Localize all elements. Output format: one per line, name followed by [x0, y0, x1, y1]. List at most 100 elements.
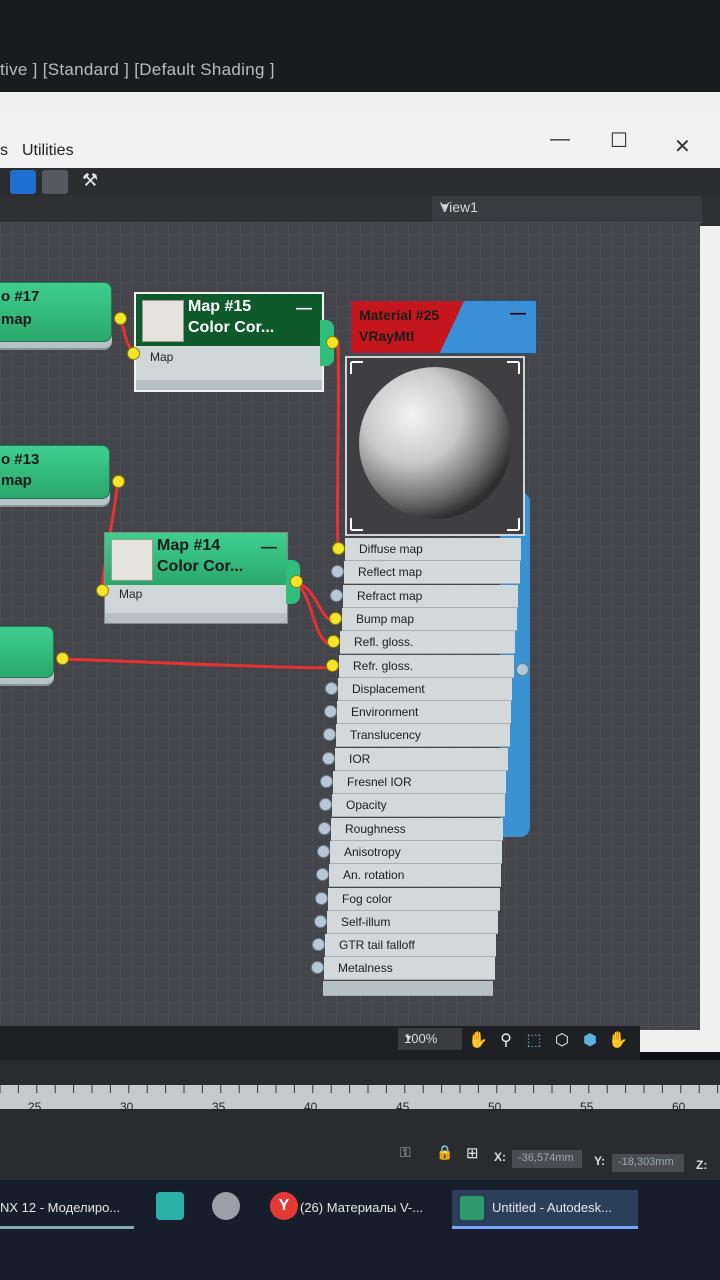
map-node-15-input-socket[interactable] — [127, 347, 140, 360]
material-slot-row[interactable]: Displacement — [338, 677, 513, 701]
material-slot-row[interactable]: Fresnel IOR — [333, 771, 506, 794]
material-slot-input-socket[interactable] — [325, 681, 338, 695]
map-node-15[interactable]: Map #15 Color Cor... — Map — [134, 292, 324, 392]
map-node-unlabeled[interactable] — [0, 626, 54, 678]
material-slot-input-socket[interactable] — [326, 658, 339, 672]
timeline-ticks — [0, 1085, 719, 1093]
material-slot-label: GTR tail falloff — [339, 938, 415, 953]
pan-to-selected-icon[interactable]: ✋ — [608, 1030, 628, 1050]
material-slot-label: Opacity — [346, 798, 387, 813]
pan-hand-icon[interactable]: ✋ — [468, 1030, 488, 1050]
material-slot-input-socket[interactable] — [329, 611, 342, 625]
material-slot-label: Displacement — [352, 681, 425, 696]
material-node-header: Material #25 VRayMtl — — [350, 300, 537, 354]
map-node-unlabeled-output-socket[interactable] — [56, 652, 69, 665]
material-slot-input-socket[interactable] — [320, 775, 333, 788]
material-slot-row[interactable]: IOR — [335, 747, 509, 771]
material-slot-row[interactable]: Diffuse map — [345, 538, 521, 561]
material-preview[interactable] — [345, 356, 525, 536]
taskbar-item-autodesk-label: Untitled - Autodesk... — [492, 1200, 612, 1215]
material-slot-row[interactable]: Refract map — [343, 584, 519, 608]
material-slot-input-socket[interactable] — [314, 914, 327, 928]
map-node-14-type: Color Cor... — [157, 558, 244, 575]
material-slot-row[interactable]: GTR tail falloff — [325, 934, 496, 958]
material-slot-input-socket[interactable] — [318, 821, 331, 835]
zoom-region-icon[interactable]: ⬚ — [524, 1030, 544, 1050]
taskbar-item-nx[interactable]: NX 12 - Моделиро... — [0, 1190, 134, 1229]
y-coordinate-label: Y: — [594, 1154, 606, 1168]
map-node-14-collapse-button[interactable]: — — [261, 539, 277, 557]
map-node-15-footer — [136, 380, 322, 390]
map-node-15-output-socket[interactable] — [326, 336, 339, 349]
material-slot-input-socket[interactable] — [317, 844, 330, 858]
map-node-13-type: map — [1, 472, 32, 489]
material-slot-row[interactable]: An. rotation — [329, 864, 501, 888]
zoom-extents-icon[interactable]: ⬡ — [552, 1030, 572, 1050]
map-node-14-title: Map #14 — [157, 537, 221, 554]
material-slot-row[interactable]: Roughness — [331, 817, 504, 841]
canvas-navigation-bar — [0, 1026, 640, 1062]
timeline-tick-label: 50 — [488, 1100, 502, 1114]
x-coordinate-value: -36,574mm — [518, 1152, 574, 1164]
map-node-14[interactable]: Map #14 Color Cor... — Map — [104, 532, 288, 624]
map-node-15-title: Map #15 — [188, 298, 252, 315]
wire-map15-to-diffuse — [334, 340, 341, 549]
map-node-14-input-socket[interactable] — [96, 584, 109, 597]
map-node-15-slot-map: Map — [150, 350, 174, 364]
material-slot-row[interactable]: Translucency — [336, 724, 510, 748]
zoom-level-dropdown[interactable]: 100% ▼ — [398, 1028, 462, 1050]
y-coordinate-field[interactable]: -18,303mm — [612, 1154, 684, 1172]
material-node-25[interactable]: Material #25 VRayMtl — Diffuse map Reflec… — [323, 300, 537, 1000]
material-slot-input-socket[interactable] — [315, 891, 328, 905]
material-slot-row[interactable]: Metalness — [324, 957, 495, 981]
app-launcher-icon[interactable] — [156, 1192, 184, 1220]
lock-icon[interactable]: 🔒 — [436, 1144, 454, 1162]
map-node-17-output-socket[interactable] — [114, 312, 127, 325]
material-slot-row[interactable]: Opacity — [332, 794, 505, 818]
map-node-14-output-socket[interactable] — [290, 575, 303, 588]
timeline-ruler[interactable] — [0, 1085, 720, 1109]
material-slot-input-socket[interactable] — [312, 938, 325, 952]
x-coordinate-label: X: — [494, 1150, 506, 1164]
taskbar-item-browser[interactable]: (26) Материалы V-... — [300, 1190, 450, 1226]
autodesk-app-icon — [460, 1196, 484, 1220]
zoom-icon[interactable]: ⚲ — [496, 1030, 516, 1050]
taskbar-item-autodesk[interactable]: Untitled - Autodesk... — [452, 1190, 638, 1229]
map-node-15-collapse-button[interactable]: — — [296, 300, 312, 318]
map-node-13-output-socket[interactable] — [112, 475, 125, 488]
zoom-extents-selected-icon[interactable]: ⬢ — [580, 1030, 600, 1050]
timeline-tick-label: 55 — [580, 1100, 594, 1114]
material-slot-row[interactable]: Bump map — [342, 607, 518, 631]
material-slot-row[interactable]: Self-illum — [327, 910, 499, 934]
material-slot-row[interactable]: Fog color — [328, 887, 500, 911]
absolute-mode-icon[interactable]: ⊞ — [466, 1144, 484, 1162]
map-node-17[interactable]: o #17 map — [0, 282, 112, 342]
material-slot-input-socket[interactable] — [332, 542, 345, 555]
map-node-15-swatch — [142, 300, 184, 342]
material-slot-row[interactable]: Anisotropy — [330, 840, 503, 864]
material-slot-label: Refr. gloss. — [353, 658, 414, 673]
material-slot-input-socket[interactable] — [330, 588, 343, 602]
timeline-tick-label: 60 — [672, 1100, 686, 1114]
material-node-collapse-button[interactable]: — — [510, 305, 526, 323]
map-node-14-header: Map #14 Color Cor... — — [105, 533, 287, 585]
z-coordinate-label: Z: — [696, 1158, 708, 1172]
material-slot-row[interactable]: Refl. gloss. — [340, 631, 515, 655]
material-slot-label: Bump map — [356, 611, 415, 626]
map-node-13[interactable]: o #13 map — [0, 445, 110, 499]
yandex-browser-icon[interactable]: Y — [270, 1192, 298, 1220]
map-node-14-slot-map: Map — [119, 587, 143, 601]
x-coordinate-field[interactable]: -36,574mm — [512, 1150, 582, 1168]
material-slot-row[interactable]: Reflect map — [344, 561, 520, 585]
timeline-tick-label: 35 — [212, 1100, 226, 1114]
material-slot-row[interactable]: Environment — [337, 701, 511, 725]
material-slot-label: Refl. gloss. — [354, 635, 414, 650]
timeline-tick-label: 40 — [304, 1100, 318, 1114]
selection-lock-icon[interactable]: ⚿ — [400, 1144, 418, 1162]
app-sphere-icon[interactable] — [212, 1192, 240, 1220]
material-slot-input-socket[interactable] — [324, 705, 337, 719]
material-slot-label: Roughness — [345, 821, 406, 836]
material-slot-label: Fog color — [342, 891, 393, 906]
material-slot-row[interactable]: Refr. gloss. — [339, 654, 514, 678]
material-slot-input-socket[interactable] — [322, 751, 335, 765]
